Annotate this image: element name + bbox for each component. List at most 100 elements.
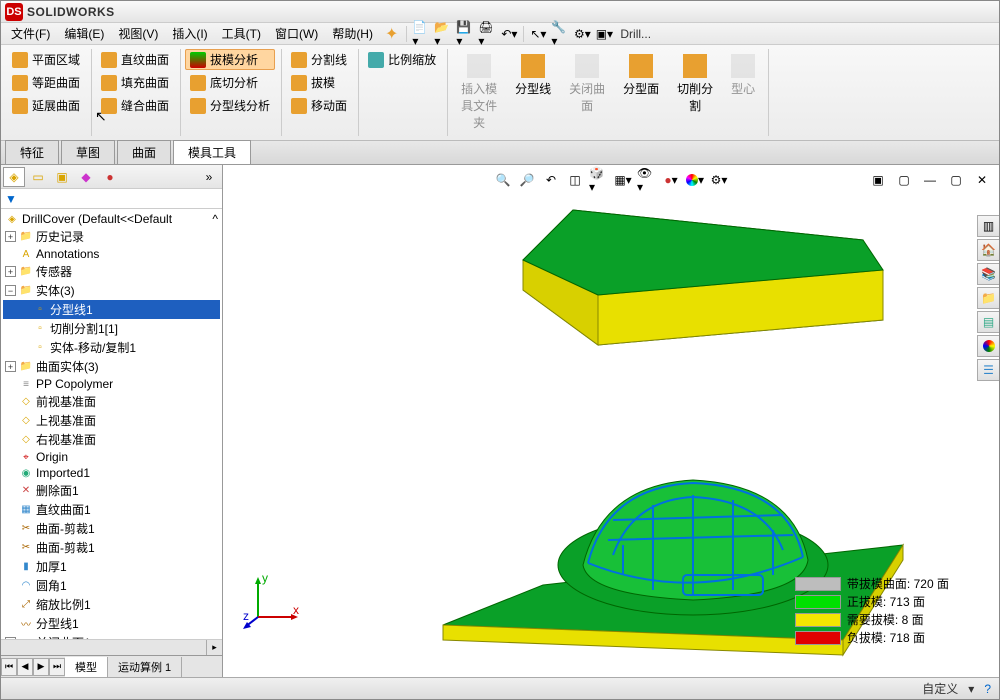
tree-node[interactable]: ▦直纹曲面1 (3, 500, 220, 519)
extend-surface-button[interactable]: 延展曲面 (7, 95, 85, 116)
split-line-button[interactable]: 分割线 (286, 49, 352, 70)
new-button[interactable]: 📄▾ (411, 24, 431, 44)
display-button[interactable]: ▣▾ (594, 24, 614, 44)
parting-line-big-button[interactable]: 分型线 (508, 49, 558, 102)
window-minimize[interactable]: — (919, 169, 941, 191)
tree-node[interactable]: ≡PP Copolymer (3, 376, 220, 392)
window-button-1[interactable]: ▣ (867, 169, 889, 191)
tree-toggle-icon[interactable]: + (5, 266, 16, 277)
print-button[interactable]: 🖨▾ (477, 24, 497, 44)
draft-analysis-button[interactable]: 拔模分析 (185, 49, 275, 70)
tree-toggle-icon[interactable]: + (5, 231, 16, 242)
previous-view-icon[interactable]: ↶ (540, 169, 562, 191)
tooling-split-button[interactable]: 切削分割 (668, 49, 722, 119)
tab-scroll-prev[interactable]: ◀ (17, 658, 33, 676)
options-button[interactable]: ⚙▾ (572, 24, 592, 44)
select-button[interactable]: ↖▾ (528, 24, 548, 44)
scale-button[interactable]: 比例缩放 (363, 49, 441, 70)
tab-motion-study[interactable]: 运动算例 1 (108, 657, 182, 677)
status-help-icon[interactable]: ? (984, 682, 991, 696)
undo-button[interactable]: ↶▾ (499, 24, 519, 44)
graphics-viewport[interactable]: 🔍 🔎 ↶ ◫ 🎲▾ ▦▾ 👁▾ ●▾ ▾ ⚙▾ ▣ ▢ — ▢ ✕ ▥ 🏠 (223, 165, 999, 677)
tab-scroll-last[interactable]: ⏭ (49, 658, 65, 676)
tree-node[interactable]: +📁传感器 (3, 262, 220, 281)
status-custom[interactable]: 自定义 (922, 680, 958, 697)
menu-window[interactable]: 窗口(W) (269, 23, 324, 44)
tree-node[interactable]: ⤢缩放比例1 (3, 595, 220, 614)
menu-insert[interactable]: 插入(I) (166, 23, 213, 44)
menu-file[interactable]: 文件(F) (5, 23, 56, 44)
menu-view[interactable]: 视图(V) (112, 23, 164, 44)
window-button-2[interactable]: ▢ (893, 169, 915, 191)
display-style-icon[interactable]: ▦▾ (612, 169, 634, 191)
tab-model[interactable]: 模型 (65, 657, 108, 677)
hide-show-icon[interactable]: 👁▾ (636, 169, 658, 191)
fm-expand-button[interactable]: » (198, 167, 220, 187)
view-orient-icon[interactable]: 🎲▾ (588, 169, 610, 191)
view-settings-icon[interactable]: ⚙▾ (708, 169, 730, 191)
tree-node[interactable]: +📁曲面实体(3) (3, 357, 220, 376)
zoom-area-icon[interactable]: 🔎 (516, 169, 538, 191)
draft-button[interactable]: 拔模 (286, 72, 352, 93)
tab-mold-tools[interactable]: 模具工具 (173, 140, 251, 164)
save-button[interactable]: 💾▾ (455, 24, 475, 44)
dock-appearance-icon[interactable] (977, 335, 999, 357)
tree-node[interactable]: ◇前视基准面 (3, 392, 220, 411)
tree-toggle-icon[interactable]: + (5, 361, 16, 372)
menu-help[interactable]: 帮助(H) (326, 23, 379, 44)
tree-node[interactable]: ▫实体-移动/复制1 (3, 338, 220, 357)
menu-tools[interactable]: 工具(T) (216, 23, 267, 44)
tab-feature[interactable]: 特征 (5, 140, 59, 164)
planar-surface-button[interactable]: 平面区域 (7, 49, 85, 70)
ruled-surface-button[interactable]: 直纹曲面 (96, 49, 174, 70)
window-close[interactable]: ✕ (971, 169, 993, 191)
tree-node[interactable]: ▮加厚1 (3, 557, 220, 576)
fm-tab-tree-icon[interactable]: ◈ (3, 167, 25, 187)
dock-home-icon[interactable]: 🏠 (977, 239, 999, 261)
tree-node[interactable]: 〰分型线1 (3, 614, 220, 633)
rebuild-button[interactable]: 🔧▾ (550, 24, 570, 44)
menu-edit[interactable]: 编辑(E) (58, 23, 110, 44)
tab-sketch[interactable]: 草图 (61, 140, 115, 164)
zoom-fit-icon[interactable]: 🔍 (492, 169, 514, 191)
move-face-button[interactable]: 移动面 (286, 95, 352, 116)
tab-scroll-next[interactable]: ▶ (33, 658, 49, 676)
tree-node[interactable]: +📁历史记录 (3, 227, 220, 246)
dock-resources-icon[interactable]: ▥ (977, 215, 999, 237)
offset-surface-button[interactable]: 等距曲面 (7, 72, 85, 93)
section-view-icon[interactable]: ◫ (564, 169, 586, 191)
filter-row[interactable]: ▼ (1, 189, 222, 209)
tab-surface[interactable]: 曲面 (117, 140, 171, 164)
dock-palette-icon[interactable]: ▤ (977, 311, 999, 333)
fm-tab-config-icon[interactable]: ▣ (51, 167, 73, 187)
tab-scroll-first[interactable]: ⏮ (1, 658, 17, 676)
tree-root[interactable]: ◈ DrillCover (Default<<Default ^ (3, 211, 220, 227)
tree-node[interactable]: ◉Imported1 (3, 465, 220, 481)
tree-node[interactable]: ✂曲面-剪裁1 (3, 519, 220, 538)
tree-node[interactable]: ◇上视基准面 (3, 411, 220, 430)
tree-node[interactable]: AAnnotations (3, 246, 220, 262)
edit-appearance-icon[interactable]: ●▾ (660, 169, 682, 191)
tree-node[interactable]: ⌖Origin (3, 449, 220, 465)
fm-tab-dimxpert-icon[interactable]: ◆ (75, 167, 97, 187)
dock-explorer-icon[interactable]: 📁 (977, 287, 999, 309)
dock-library-icon[interactable]: 📚 (977, 263, 999, 285)
dock-properties-icon[interactable]: ☰ (977, 359, 999, 381)
tree-node[interactable]: ◠圆角1 (3, 576, 220, 595)
knit-surface-button[interactable]: 缝合曲面 (96, 95, 174, 116)
status-menu-icon[interactable]: ▾ (968, 682, 974, 696)
fm-tab-property-icon[interactable]: ▭ (27, 167, 49, 187)
fm-tab-display-icon[interactable]: ● (99, 167, 121, 187)
tree-node[interactable]: ▫分型线1 (3, 300, 220, 319)
parting-line-analysis-button[interactable]: 分型线分析 (185, 95, 275, 116)
tree-toggle-icon[interactable]: − (5, 285, 16, 296)
tree-node[interactable]: ✂曲面-剪裁1 (3, 538, 220, 557)
view-triad[interactable]: y x z (243, 572, 303, 632)
tree-node[interactable]: ◇右视基准面 (3, 430, 220, 449)
undercut-analysis-button[interactable]: 底切分析 (185, 72, 275, 93)
tree-node[interactable]: −📁实体(3) (3, 281, 220, 300)
apply-scene-icon[interactable]: ▾ (684, 169, 706, 191)
tree-node[interactable]: ▫切削分割1[1] (3, 319, 220, 338)
window-maximize[interactable]: ▢ (945, 169, 967, 191)
open-button[interactable]: 📂▾ (433, 24, 453, 44)
